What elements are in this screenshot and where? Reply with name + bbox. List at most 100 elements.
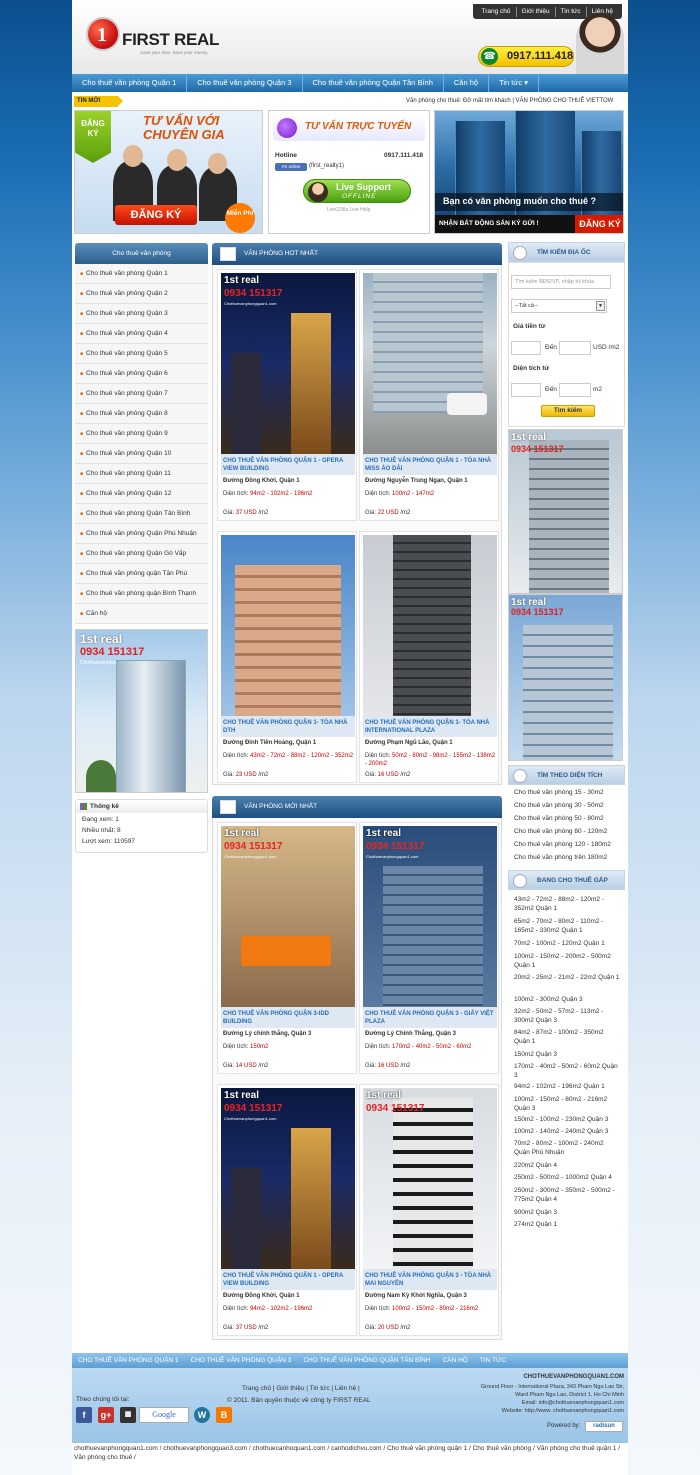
urgent-item[interactable]: 70m2 - 100m2 - 120m2 Quận 1 — [508, 940, 625, 953]
category-item[interactable]: ■ Cho thuê văn phòng Quận Tân Bình — [75, 504, 208, 524]
urgent-item[interactable]: 100m2 - 300m2 Quận 3 — [508, 996, 625, 1008]
urgent-item[interactable]: 32m2 - 50m2 - 57m2 - 113m2 - 300m2 Quận … — [508, 1008, 625, 1029]
right-ad-banner[interactable]: 1st real 0934 151317 — [508, 594, 623, 761]
area-filter-item[interactable]: Cho thuê văn phòng trên 180m2 — [508, 854, 625, 867]
google-sites-badge[interactable]: Google — [139, 1407, 189, 1423]
footer-nav-tanbinh[interactable]: CHO THUÊ VĂN PHÒNG QUẬN TÂN BÌNH — [297, 1353, 436, 1368]
urgent-item[interactable]: 84m2 - 87m2 - 100m2 - 350m2 Quận 1 — [508, 1029, 625, 1051]
ticker-text[interactable]: Văn phòng cho thuê: Đỡ mất tìm khách | V… — [406, 98, 613, 104]
urgent-item[interactable]: 220m2 Quận 4 — [508, 1162, 625, 1174]
area-from-input[interactable] — [511, 383, 541, 397]
listing-image[interactable]: 1st real 0934 151317 — [363, 1088, 497, 1269]
area-filter-item[interactable]: Cho thuê văn phòng 15 - 30m2 — [508, 789, 625, 802]
facebook-icon[interactable]: f — [76, 1407, 92, 1423]
consign-register-button[interactable]: ĐĂNG KÝ — [575, 215, 623, 233]
urgent-item[interactable]: 65m2 - 70m2 - 80m2 - 110m2 - 165m2 - 330… — [508, 918, 625, 940]
category-item[interactable]: ■ Cho thuê văn phòng quận Bình Thạnh — [75, 584, 208, 604]
listing-title[interactable]: CHO THUÊ VĂN PHÒNG QUẬN 1 - TÒA NHÀ MISS… — [363, 454, 497, 475]
listing-title[interactable]: CHO THUÊ VĂN PHÒNG QUẬN 1- TÒA NHÀ DTH — [221, 716, 355, 737]
search-button[interactable]: Tìm kiếm — [541, 405, 595, 417]
footer-website[interactable]: Website: http://www. chothuevanphongquan… — [424, 1408, 624, 1414]
listing-image[interactable] — [363, 273, 497, 454]
skype-status-badge[interactable]: I'm online — [275, 163, 307, 171]
listing-card[interactable]: 1st real 0934 151317 Chothuevanphongquan1.… — [217, 269, 357, 521]
category-item[interactable]: ■ Cho thuê văn phòng Quận 5 — [75, 344, 208, 364]
listing-card[interactable]: 1st real 0934 151317 Chothuevanphongquan1.… — [359, 822, 499, 1074]
footer-links[interactable]: Trang chủ | Giới thiệu | Tin tức | Liên … — [242, 1385, 360, 1392]
category-select[interactable]: --Tất cả-- ▼ — [511, 299, 607, 313]
nav-item-tanbinh[interactable]: Cho thuê văn phòng Quận Tân Bình — [303, 74, 444, 92]
urgent-item[interactable]: 250m2 - 300m2 - 350m2 - 500m2 - 775m2 Qu… — [508, 1187, 625, 1209]
footer-nav-quan1[interactable]: CHO THUÊ VĂN PHÒNG QUẬN 1 — [72, 1353, 185, 1368]
urgent-item[interactable]: 274m2 Quận 1 — [508, 1221, 625, 1233]
category-item[interactable]: ■ Cho thuê văn phòng Quận Gò Vấp — [75, 544, 208, 564]
urgent-item[interactable]: 94m2 - 102m2 - 196m2 Quận 1 — [508, 1083, 625, 1096]
google-sites-icon[interactable]: ▦ — [120, 1407, 136, 1423]
listing-card[interactable]: CHO THUÊ VĂN PHÒNG QUẬN 1 - TÒA NHÀ MISS… — [359, 269, 499, 521]
skype-name[interactable]: (first_realty1) — [309, 163, 344, 169]
listing-image[interactable]: 1st real 0934 151317 Chothuevanphongquan1.… — [363, 826, 497, 1007]
area-filter-item[interactable]: Cho thuê văn phòng 30 - 50m2 — [508, 802, 625, 815]
urgent-item[interactable]: 150m2 - 100m2 - 230m2 Quận 3 — [508, 1116, 625, 1128]
consign-banner[interactable]: Bạn có văn phòng muốn cho thuê ? NHẬN BẤ… — [434, 110, 624, 234]
category-item[interactable]: ■ Cho thuê văn phòng quận Tân Phú — [75, 564, 208, 584]
chevron-down-icon[interactable]: ▼ — [596, 301, 605, 311]
toplink-about[interactable]: Giới thiệu — [517, 6, 556, 17]
radisun-logo[interactable]: radisun — [585, 1421, 623, 1432]
category-item[interactable]: ■ Cho thuê văn phòng Quận 7 — [75, 384, 208, 404]
category-item[interactable]: ■ Cho thuê văn phòng Quận 11 — [75, 464, 208, 484]
urgent-item[interactable]: 250m2 - 500m2 - 1000m2 Quận 4 — [508, 1174, 625, 1187]
urgent-item[interactable]: 100m2 - 150m2 - 200m2 - 500m2 Quận 1 — [508, 953, 625, 974]
toplink-home[interactable]: Trang chủ — [477, 6, 517, 17]
register-button[interactable]: ĐĂNG KÝ — [115, 205, 197, 225]
wordpress-icon[interactable]: W — [194, 1407, 210, 1423]
category-item[interactable]: ■ Cho thuê văn phòng Quận 4 — [75, 324, 208, 344]
footer-nav-tintuc[interactable]: TIN TỨC — [474, 1353, 512, 1368]
footer-email[interactable]: Email: info@chothuevanphongquan1.com — [424, 1400, 624, 1406]
area-to-input[interactable] — [559, 383, 591, 397]
nav-item-quan3[interactable]: Cho thuê văn phòng Quận 3 — [187, 74, 303, 92]
area-filter-item[interactable]: Cho thuê văn phòng 50 - 80m2 — [508, 815, 625, 828]
listing-card[interactable]: 1st real 0934 151317 CHO THUÊ VĂN PHÒNG Q… — [359, 1084, 499, 1336]
urgent-item[interactable]: 70m2 - 80m2 - 100m2 - 240m2 Quận Phú Nhu… — [508, 1140, 625, 1162]
footer-nav-canho[interactable]: CĂN HỘ — [437, 1353, 474, 1368]
left-ad-banner[interactable]: 1st real 0934 151317 Chothuevanphongquan… — [75, 629, 208, 793]
listing-card[interactable]: 1st real 0934 151317 Chothuevanphongquan1.… — [217, 1084, 357, 1336]
category-item[interactable]: ■ Cho thuê văn phòng Quận 8 — [75, 404, 208, 424]
logo-text[interactable]: FIRST REAL — [122, 30, 219, 50]
search-input[interactable]: Tìm kiếm BĐS/VP, nhập từ khóa — [511, 275, 611, 289]
listing-image[interactable] — [221, 535, 355, 716]
toplink-news[interactable]: Tin tức — [556, 6, 587, 17]
urgent-item[interactable]: 20m2 - 25m2 - 21m2 - 22m2 Quận 1 — [508, 974, 625, 996]
listing-title[interactable]: CHO THUÊ VĂN PHÒNG QUẬN 3 - TÒA NHÀ MAI … — [363, 1269, 497, 1290]
listing-image[interactable] — [363, 535, 497, 716]
listing-card[interactable]: 1st real 0934 151317 Chothuevanphongquan1.… — [217, 822, 357, 1074]
right-ad-banner[interactable]: 1st real 0934 151317 — [508, 429, 623, 594]
category-item[interactable]: ■ Cho thuê văn phòng Quận 10 — [75, 444, 208, 464]
listing-title[interactable]: CHO THUÊ VĂN PHÒNG QUẬN 3-IDD BUILDING — [221, 1007, 355, 1028]
blogger-icon[interactable]: B — [216, 1407, 232, 1423]
category-item[interactable]: ■ Cho thuê văn phòng Quận 3 — [75, 304, 208, 324]
urgent-item[interactable]: 900m2 Quận 3 — [508, 1209, 625, 1221]
area-filter-item[interactable]: Cho thuê văn phòng 120 - 180m2 — [508, 841, 625, 854]
nav-item-canho[interactable]: Căn hộ — [444, 74, 490, 92]
register-tag[interactable]: ĐĂNG KÝ — [75, 111, 111, 163]
category-item[interactable]: ■ Cho thuê văn phòng Quận 9 — [75, 424, 208, 444]
urgent-item[interactable]: 150m2 Quận 3 — [508, 1051, 625, 1063]
nav-item-quan1[interactable]: Cho thuê văn phòng Quận 1 — [72, 74, 188, 92]
listing-title[interactable]: CHO THUÊ VĂN PHÒNG QUẬN 1 - OPERA VIEW B… — [221, 454, 355, 475]
category-item[interactable]: ■ Cho thuê văn phòng Quận 6 — [75, 364, 208, 384]
footer-nav-quan3[interactable]: CHO THUÊ VĂN PHÒNG QUẬN 3 — [185, 1353, 298, 1368]
seo-links[interactable]: chothuevanphongquan1.com / chothuevanpho… — [74, 1444, 626, 1462]
listing-image[interactable]: 1st real 0934 151317 Chothuevanphongquan1.… — [221, 1088, 355, 1269]
category-item[interactable]: ■ Cho thuê văn phòng Quận 12 — [75, 484, 208, 504]
category-item[interactable]: ■ Cho thuê văn phòng Quận 1 — [75, 264, 208, 284]
price-to-input[interactable] — [559, 341, 591, 355]
nav-item-tintuc[interactable]: Tin tức ▾ — [489, 74, 539, 92]
listing-title[interactable]: CHO THUÊ VĂN PHÒNG QUẬN 1- TÒA NHÀ INTER… — [363, 716, 497, 737]
category-item[interactable]: ■ Cho thuê văn phòng Quận Phú Nhuận — [75, 524, 208, 544]
category-item[interactable]: ■ Căn hộ — [75, 604, 208, 624]
live-support-button[interactable]: Live Support OFFLINE — [303, 179, 411, 203]
area-filter-item[interactable]: Cho thuê văn phòng 80 - 120m2 — [508, 828, 625, 841]
urgent-item[interactable]: 100m2 - 140m2 - 240m2 Quận 3 — [508, 1128, 625, 1140]
